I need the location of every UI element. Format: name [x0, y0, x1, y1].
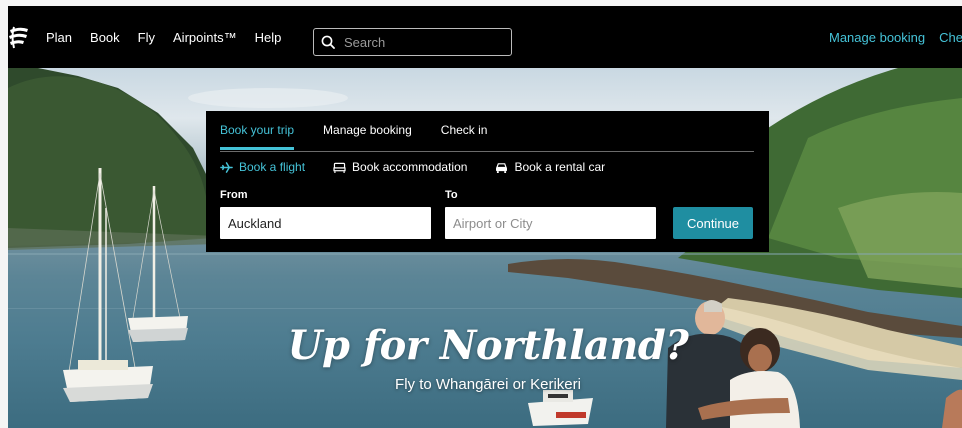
page: Plan Book Fly Airpoints™ Help Manage boo… [8, 6, 962, 428]
nav-help[interactable]: Help [255, 30, 282, 45]
main-nav: Plan Book Fly Airpoints™ Help [46, 6, 299, 68]
option-book-a-rental-car[interactable]: Book a rental car [495, 160, 605, 174]
bed-icon [333, 162, 346, 173]
option-book-a-flight[interactable]: Book a flight [220, 160, 305, 174]
nav-book[interactable]: Book [90, 30, 120, 45]
header-check-in-link[interactable]: Chec [939, 30, 962, 45]
car-icon [496, 162, 508, 173]
booking-tabs: Book your trip Manage booking Check in [220, 123, 516, 150]
option-label: Book a flight [239, 160, 306, 174]
motor-boat [528, 390, 593, 426]
hero-title: Up for Northland? [287, 322, 689, 369]
from-label: From [220, 189, 248, 201]
search-icon [321, 35, 335, 49]
air-new-zealand-logo-icon[interactable] [8, 24, 34, 50]
option-label: Book a rental car [514, 160, 606, 174]
plane-icon [220, 161, 233, 173]
header-right-links: Manage booking Chec [829, 6, 962, 68]
search-input[interactable] [344, 34, 494, 50]
search-box[interactable] [313, 28, 512, 56]
to-field[interactable] [445, 207, 656, 239]
tabs-divider [220, 151, 754, 152]
booking-widget: Book your trip Manage booking Check in B… [206, 111, 769, 252]
tab-manage-booking[interactable]: Manage booking [323, 123, 412, 150]
tab-book-your-trip[interactable]: Book your trip [220, 123, 295, 150]
nav-fly[interactable]: Fly [138, 30, 155, 45]
option-label: Book accommodation [352, 160, 468, 174]
option-book-accommodation[interactable]: Book accommodation [333, 160, 467, 174]
top-navigation: Plan Book Fly Airpoints™ Help Manage boo… [8, 6, 962, 68]
header-manage-booking-link[interactable]: Manage booking [829, 30, 925, 45]
continue-button[interactable]: Continue [673, 207, 753, 239]
tab-check-in[interactable]: Check in [441, 123, 488, 150]
nav-airpoints[interactable]: Airpoints™ [173, 30, 237, 45]
booking-type-options: Book a flight Book accommodation Book a … [220, 160, 633, 174]
hero-subtitle: Fly to Whangārei or Kerikeri [395, 376, 581, 393]
from-field[interactable] [220, 207, 431, 239]
to-label: To [445, 189, 458, 201]
nav-plan[interactable]: Plan [46, 30, 72, 45]
